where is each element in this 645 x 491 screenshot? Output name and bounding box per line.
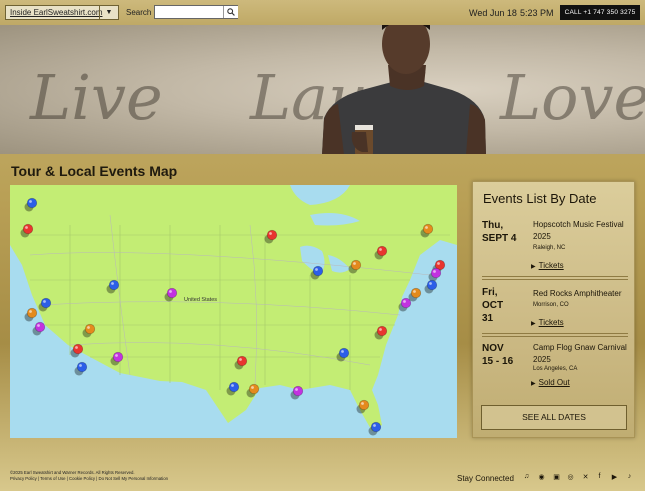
artist-photo <box>322 25 486 154</box>
map-country-label: United States <box>184 297 217 303</box>
divider <box>482 276 628 277</box>
event-date: Fri, OCT 31 <box>482 287 504 324</box>
map-section-title: Tour & Local Events Map <box>11 163 178 179</box>
event-name: Hopscotch Music Festival 2025 <box>533 220 624 241</box>
event-location: Los Angeles, CA <box>533 366 578 372</box>
event-location: Raleigh, NC <box>533 245 566 251</box>
site-select-value: Inside EarlSweatshirt.com <box>10 8 103 17</box>
event-date: Thu, SEPT 4 <box>482 220 517 244</box>
hero-banner: Live Laugh Love <box>0 25 645 154</box>
x-icon[interactable]: ✕ <box>581 473 590 481</box>
map-pin[interactable] <box>408 287 422 302</box>
footer-legal-links[interactable]: Privacy Policy | Terms of Use | Cookie P… <box>10 476 168 482</box>
events-panel-title: Events List By Date <box>483 191 597 206</box>
footer-copyright: ©2025 Earl Sweatshirt and Warner Records… <box>10 470 169 482</box>
stay-connected-label: Stay Connected <box>457 474 514 483</box>
map-pin[interactable] <box>74 361 88 376</box>
search-icon[interactable] <box>223 6 238 18</box>
chevron-down-icon[interactable]: ▼ <box>99 6 118 19</box>
map-pin[interactable] <box>428 267 442 282</box>
spotify-icon[interactable]: ◉ <box>537 473 546 481</box>
banner-script-word: Love <box>500 61 645 134</box>
current-time: 5:23 PM <box>520 8 554 18</box>
event-name: Camp Flog Gnaw Carnival 2025 <box>533 343 627 364</box>
apple-music-icon[interactable]: ♫ <box>522 473 531 480</box>
event-sold-out-link[interactable]: ▶ Sold Out <box>531 378 570 387</box>
call-button[interactable]: CALL +1 747 350 3275 <box>560 5 640 20</box>
event-location: Morrison, CO <box>533 302 569 308</box>
current-date: Wed Jun 18 <box>469 8 517 18</box>
triangle-right-icon: ▶ <box>531 321 536 327</box>
facebook-icon[interactable]: f <box>595 473 604 480</box>
map-pin[interactable] <box>290 385 304 400</box>
banner-script-word: Live <box>30 61 163 134</box>
event-tickets-link[interactable]: ▶ Tickets <box>531 261 564 270</box>
divider <box>482 333 628 334</box>
triangle-right-icon: ▶ <box>531 264 536 270</box>
map-pin[interactable] <box>424 279 438 294</box>
tiktok-icon[interactable]: ♪ <box>625 473 634 480</box>
amazon-music-icon[interactable]: ▣ <box>552 473 561 481</box>
see-all-dates-button[interactable]: SEE ALL DATES <box>481 405 627 430</box>
triangle-right-icon: ▶ <box>531 381 536 387</box>
map-pin[interactable] <box>32 321 46 336</box>
instagram-icon[interactable]: ◎ <box>566 473 575 481</box>
search-label: Search <box>126 8 152 17</box>
divider <box>482 279 628 280</box>
top-bar: Inside EarlSweatshirt.com ▼ Search Wed J… <box>0 0 645 25</box>
events-panel: Events List By Date Thu, SEPT 4 Hopscotc… <box>472 181 635 438</box>
site-select-dropdown[interactable]: Inside EarlSweatshirt.com ▼ <box>5 5 119 20</box>
map-pin[interactable] <box>24 307 38 322</box>
divider <box>482 336 628 337</box>
event-tickets-link[interactable]: ▶ Tickets <box>531 318 564 327</box>
events-map[interactable]: United States <box>10 185 457 438</box>
event-name: Red Rocks Amphitheater <box>533 289 622 298</box>
youtube-icon[interactable]: ▶ <box>610 473 619 481</box>
event-date: NOV 15 - 16 <box>482 343 514 367</box>
